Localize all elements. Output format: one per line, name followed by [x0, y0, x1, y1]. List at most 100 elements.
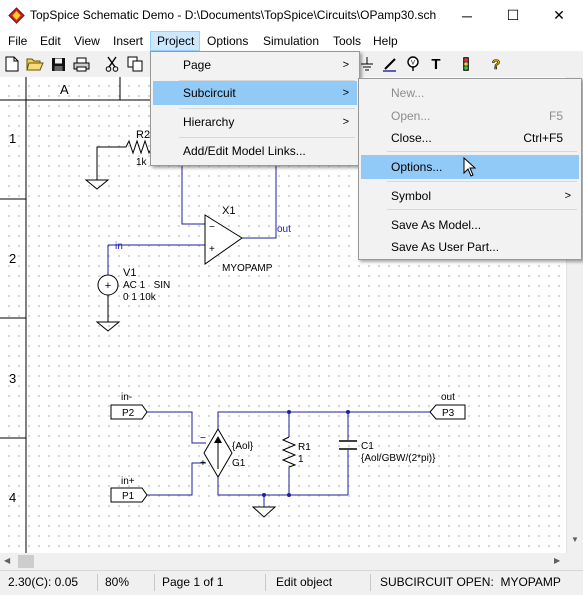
r2-value: 1k	[136, 157, 148, 168]
svg-text:+: +	[200, 458, 206, 469]
menu-insert[interactable]: Insert	[107, 31, 149, 51]
scrollbar-corner	[566, 553, 583, 570]
submenu-arrow-icon: >	[564, 190, 571, 202]
close-button[interactable]: ✕	[536, 0, 582, 31]
menu-item-close[interactable]: Close... Ctrl+F5	[361, 126, 579, 150]
menu-separator	[179, 108, 355, 109]
voltage-source-v1[interactable]: + V1 AC 1 SIN 0 1 10k	[97, 245, 170, 317]
svg-text:+: +	[105, 280, 111, 292]
scroll-down-arrow-icon[interactable]: ▼	[571, 535, 579, 544]
resistor-r1[interactable]: R1 1	[281, 436, 311, 468]
status-coordinates: 2.30(C): 0.05	[8, 575, 79, 589]
scroll-right-arrow-icon[interactable]: ▶	[554, 556, 560, 565]
menu-item-page[interactable]: Page >	[153, 53, 357, 77]
menu-file[interactable]: File	[2, 31, 33, 51]
menu-help[interactable]: Help	[367, 31, 404, 51]
svg-text:−: −	[200, 433, 206, 444]
menu-separator	[387, 181, 577, 182]
c1-name: C1	[361, 441, 374, 452]
menu-options[interactable]: Options	[201, 31, 254, 51]
menu-separator	[179, 137, 355, 138]
submenu-arrow-icon: >	[342, 87, 349, 99]
horizontal-scroll-thumb[interactable]	[18, 555, 34, 568]
opamp-x1[interactable]: − + X1 MYOPAMP	[204, 205, 273, 274]
maximize-button[interactable]: ☐	[490, 0, 536, 31]
status-bar: 2.30(C): 0.05 80% Page 1 of 1 Edit objec…	[0, 570, 583, 595]
status-subcircuit: SUBCIRCUIT OPEN: MYOPAMP	[380, 575, 561, 589]
net-label-in-plus: in+	[121, 476, 135, 487]
v1-line2: 0 1 10k	[123, 292, 157, 303]
menu-item-open[interactable]: Open... F5	[361, 104, 579, 128]
traffic-light-icon[interactable]	[456, 54, 476, 74]
port-p1[interactable]: P1 in+	[110, 476, 148, 503]
save-icon[interactable]	[48, 54, 68, 74]
p1-label: P1	[122, 491, 135, 502]
column-label-a: A	[60, 82, 69, 97]
x1-model: MYOPAMP	[222, 263, 273, 274]
help-icon[interactable]: ?	[486, 54, 506, 74]
print-icon[interactable]	[71, 54, 91, 74]
menu-item-symbol[interactable]: Symbol >	[361, 184, 579, 208]
net-label-in: in	[115, 241, 123, 252]
net-label-out: out	[277, 224, 291, 235]
svg-text:V: V	[411, 61, 415, 67]
ground-symbol-v1	[95, 317, 121, 332]
project-menu: Page > Subcircuit > Hierarchy > Add/Edit Mo…	[150, 51, 360, 166]
new-document-icon[interactable]	[2, 54, 22, 74]
scroll-left-arrow-icon[interactable]: ◀	[4, 556, 10, 565]
window-title: TopSpice Schematic Demo - D:\Documents\T…	[30, 8, 437, 22]
mouse-cursor-icon	[463, 156, 477, 181]
svg-text:−: −	[209, 222, 215, 233]
probe-icon[interactable]: V	[403, 54, 423, 74]
submenu-arrow-icon: >	[342, 59, 349, 71]
text-tool-icon[interactable]: T	[426, 54, 446, 74]
status-separator	[265, 574, 266, 591]
menu-item-save-as-model[interactable]: Save As Model...	[361, 213, 579, 237]
minimize-button[interactable]: ─	[444, 0, 490, 31]
menu-bar: File Edit View Insert Project Options Si…	[0, 31, 583, 51]
menu-item-new[interactable]: New...	[361, 81, 579, 105]
g1-value: {Aol}	[232, 441, 254, 452]
port-p2[interactable]: P2 in-	[110, 392, 148, 420]
open-folder-icon[interactable]	[25, 54, 45, 74]
menu-item-subcircuit[interactable]: Subcircuit >	[153, 81, 357, 105]
pen-icon[interactable]	[380, 54, 400, 74]
net-label-out-port: out	[441, 392, 455, 403]
ground-tool-icon[interactable]	[357, 54, 377, 74]
maximize-icon: ☐	[506, 7, 520, 23]
status-separator	[154, 574, 155, 591]
g1-name: G1	[232, 458, 246, 469]
menu-item-save-as-user-part[interactable]: Save As User Part...	[361, 235, 579, 259]
row-label-1: 1	[9, 131, 16, 146]
menu-tools[interactable]: Tools	[327, 31, 367, 51]
dependent-source-g1[interactable]: − + {Aol} G1	[200, 428, 254, 478]
menu-edit[interactable]: Edit	[34, 31, 67, 51]
x1-name: X1	[222, 205, 235, 217]
topspice-app-icon[interactable]	[8, 7, 25, 24]
menu-project[interactable]: Project	[150, 31, 200, 51]
c1-value: {Aol/GBW/(2*pi)}	[361, 453, 436, 464]
status-separator	[97, 574, 98, 591]
net-label-in-minus: in-	[121, 392, 132, 403]
menu-separator	[387, 151, 577, 152]
row-label-3: 3	[9, 371, 16, 386]
cut-icon[interactable]	[102, 54, 122, 74]
ground-symbol-g1	[251, 506, 277, 518]
menu-item-hierarchy[interactable]: Hierarchy >	[153, 110, 357, 134]
horizontal-scrollbar[interactable]: ◀ ▶	[0, 553, 566, 570]
capacitor-c1[interactable]: C1 {Aol/GBW/(2*pi)}	[339, 440, 436, 464]
ground-symbol-r2	[84, 177, 110, 190]
menu-simulation[interactable]: Simulation	[257, 31, 325, 51]
status-zoom: 80%	[105, 575, 130, 589]
status-page: Page 1 of 1	[162, 575, 224, 589]
title-bar: TopSpice Schematic Demo - D:\Documents\T…	[0, 0, 583, 31]
copy-icon[interactable]	[125, 54, 145, 74]
menu-view[interactable]: View	[68, 31, 106, 51]
submenu-arrow-icon: >	[342, 116, 349, 128]
port-p3[interactable]: P3 out	[429, 392, 466, 420]
r1-name: R1	[298, 442, 311, 453]
row-label-4: 4	[9, 490, 16, 505]
menu-item-add-edit-model-links[interactable]: Add/Edit Model Links...	[153, 139, 357, 163]
top-wires	[108, 160, 277, 246]
status-separator	[370, 574, 371, 591]
